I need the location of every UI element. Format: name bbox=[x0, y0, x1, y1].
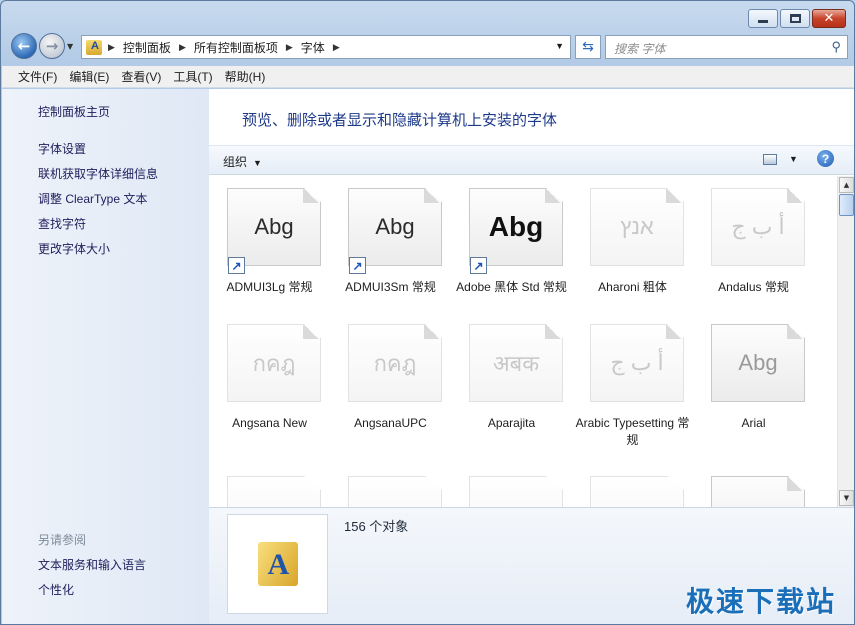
menu-bar: 文件(F) 编辑(E) 查看(V) 工具(T) 帮助(H) bbox=[2, 66, 854, 88]
font-name: Aharoni 粗体 bbox=[598, 280, 667, 294]
personalization-link[interactable]: 个性化 bbox=[38, 581, 74, 606]
font-preview: أ ب ج bbox=[711, 188, 805, 266]
content-pane: 预览、删除或者显示和隐藏计算机上安装的字体 组织 ▼ ▼ ? Abg ↗ ADMU… bbox=[209, 89, 854, 507]
search-input[interactable]: 搜索 字体 ⚲ bbox=[605, 35, 848, 59]
recent-pages-dropdown-icon[interactable]: ▼ bbox=[67, 42, 73, 51]
control-panel-home-link[interactable]: 控制面板主页 bbox=[38, 103, 209, 128]
font-preview: Abg bbox=[348, 188, 442, 266]
help-icon[interactable]: ? bbox=[817, 150, 834, 167]
back-arrow-icon: ← bbox=[17, 37, 31, 55]
font-name: ADMUI3Sm 常规 bbox=[345, 280, 436, 294]
shortcut-arrow-icon: ↗ bbox=[470, 257, 487, 274]
font-preview bbox=[227, 476, 321, 507]
navigation-bar: ← → ▼ ▶ 控制面板 ▶ 所有控制面板项 ▶ 字体 ▶ ▼ ⇆ 搜索 字体 … bbox=[9, 33, 848, 61]
change-view-icon[interactable] bbox=[763, 154, 777, 165]
font-preview: अबक bbox=[469, 324, 563, 402]
forward-button[interactable]: → bbox=[39, 33, 65, 59]
item-count: 156 个对象 bbox=[344, 519, 409, 534]
font-name: Aparajita bbox=[487, 416, 536, 430]
fonts-folder-icon bbox=[257, 542, 298, 586]
details-pane: 156 个对象 极速下载站 bbox=[209, 507, 854, 624]
refresh-icon: ⇆ bbox=[582, 39, 594, 55]
forward-arrow-icon: → bbox=[45, 37, 59, 55]
font-name: Angsana New bbox=[232, 416, 307, 430]
menu-file[interactable]: 文件(F) bbox=[18, 68, 57, 85]
organize-button[interactable]: 组织 ▼ bbox=[223, 153, 262, 170]
close-button[interactable]: ✕ bbox=[812, 9, 846, 28]
see-also-heading: 另请参阅 bbox=[38, 533, 87, 547]
minimize-icon bbox=[758, 20, 768, 23]
chevron-down-icon: ▼ bbox=[253, 158, 262, 168]
font-name: Arial bbox=[741, 416, 766, 430]
font-preview: กคฎ bbox=[227, 324, 321, 402]
refresh-button[interactable]: ⇆ bbox=[575, 35, 601, 59]
font-preview: กคฎ bbox=[348, 324, 442, 402]
font-name: ADMUI3Lg 常规 bbox=[226, 280, 313, 294]
maximize-button[interactable] bbox=[780, 9, 810, 28]
font-preview bbox=[590, 476, 684, 507]
close-icon: ✕ bbox=[823, 11, 835, 26]
font-preview bbox=[469, 476, 563, 507]
scroll-down-icon[interactable]: ▼ bbox=[839, 490, 854, 506]
find-character-link[interactable]: 查找字符 bbox=[38, 215, 209, 240]
font-preview: Abg bbox=[469, 188, 563, 266]
breadcrumb-separator-icon[interactable]: ▶ bbox=[179, 42, 186, 53]
breadcrumb-separator-icon[interactable]: ▶ bbox=[333, 42, 340, 53]
caption-buttons: ✕ bbox=[748, 9, 846, 28]
watermark: 极速下载站 bbox=[685, 585, 836, 618]
font-settings-link[interactable]: 字体设置 bbox=[38, 140, 209, 165]
scroll-thumb[interactable] bbox=[839, 194, 854, 216]
search-placeholder: 搜索 字体 bbox=[614, 42, 666, 56]
menu-view[interactable]: 查看(V) bbox=[121, 68, 161, 85]
font-name: Andalus 常规 bbox=[718, 280, 789, 294]
explorer-window: ✕ ← → ▼ ▶ 控制面板 ▶ 所有控制面板项 ▶ 字体 ▶ ▼ ⇆ 搜索 字… bbox=[0, 0, 855, 625]
font-preview: אנץ bbox=[590, 188, 684, 266]
breadcrumb-separator-icon[interactable]: ▶ bbox=[108, 42, 115, 53]
breadcrumb-fonts[interactable]: 字体 bbox=[301, 39, 325, 56]
details-thumbnail bbox=[227, 514, 328, 614]
text-services-link[interactable]: 文本服务和输入语言 bbox=[38, 556, 146, 581]
fonts-grid: Abg ↗ ADMUI3Lg 常规 Abg ↗ ADMUI3Sm 常规 Abg … bbox=[209, 176, 832, 507]
breadcrumb-control-panel[interactable]: 控制面板 bbox=[123, 39, 171, 56]
change-font-size-link[interactable]: 更改字体大小 bbox=[38, 240, 209, 265]
shortcut-arrow-icon: ↗ bbox=[228, 257, 245, 274]
scroll-up-icon[interactable]: ▲ bbox=[839, 177, 854, 193]
view-options-dropdown-icon[interactable]: ▼ bbox=[789, 154, 798, 164]
font-preview: Abg bbox=[227, 188, 321, 266]
maximize-icon bbox=[789, 14, 801, 23]
breadcrumb-all-items[interactable]: 所有控制面板项 bbox=[194, 39, 278, 56]
menu-help[interactable]: 帮助(H) bbox=[225, 68, 266, 85]
minimize-button[interactable] bbox=[748, 9, 778, 28]
font-preview: أ ب ج bbox=[590, 324, 684, 402]
vertical-scrollbar[interactable]: ▲ ▼ bbox=[837, 176, 854, 507]
font-name: Arabic Typesetting 常规 bbox=[575, 416, 690, 447]
get-font-info-online-link[interactable]: 联机获取字体详细信息 bbox=[38, 165, 209, 190]
page-title: 预览、删除或者显示和隐藏计算机上安装的字体 bbox=[242, 112, 558, 129]
font-name: Adobe 黑体 Std 常规 bbox=[456, 280, 567, 294]
breadcrumb-separator-icon[interactable]: ▶ bbox=[286, 42, 293, 53]
shortcut-arrow-icon: ↗ bbox=[349, 257, 366, 274]
task-pane: 控制面板主页 字体设置 联机获取字体详细信息 调整 ClearType 文本 查… bbox=[2, 89, 209, 624]
fonts-folder-icon bbox=[86, 39, 102, 55]
font-preview: Abg bbox=[711, 324, 805, 402]
font-preview bbox=[348, 476, 442, 507]
search-icon[interactable]: ⚲ bbox=[831, 39, 841, 55]
organize-label: 组织 bbox=[223, 155, 248, 169]
font-name: AngsanaUPC bbox=[354, 416, 427, 430]
menu-tools[interactable]: 工具(T) bbox=[173, 68, 212, 85]
adjust-cleartype-link[interactable]: 调整 ClearType 文本 bbox=[38, 190, 209, 215]
font-preview bbox=[711, 476, 805, 507]
back-button[interactable]: ← bbox=[11, 33, 37, 59]
address-bar[interactable]: ▶ 控制面板 ▶ 所有控制面板项 ▶ 字体 ▶ ▼ bbox=[81, 35, 571, 59]
menu-edit[interactable]: 编辑(E) bbox=[69, 68, 109, 85]
command-bar: 组织 ▼ ▼ ? bbox=[209, 145, 854, 175]
address-dropdown-icon[interactable]: ▼ bbox=[555, 41, 564, 51]
